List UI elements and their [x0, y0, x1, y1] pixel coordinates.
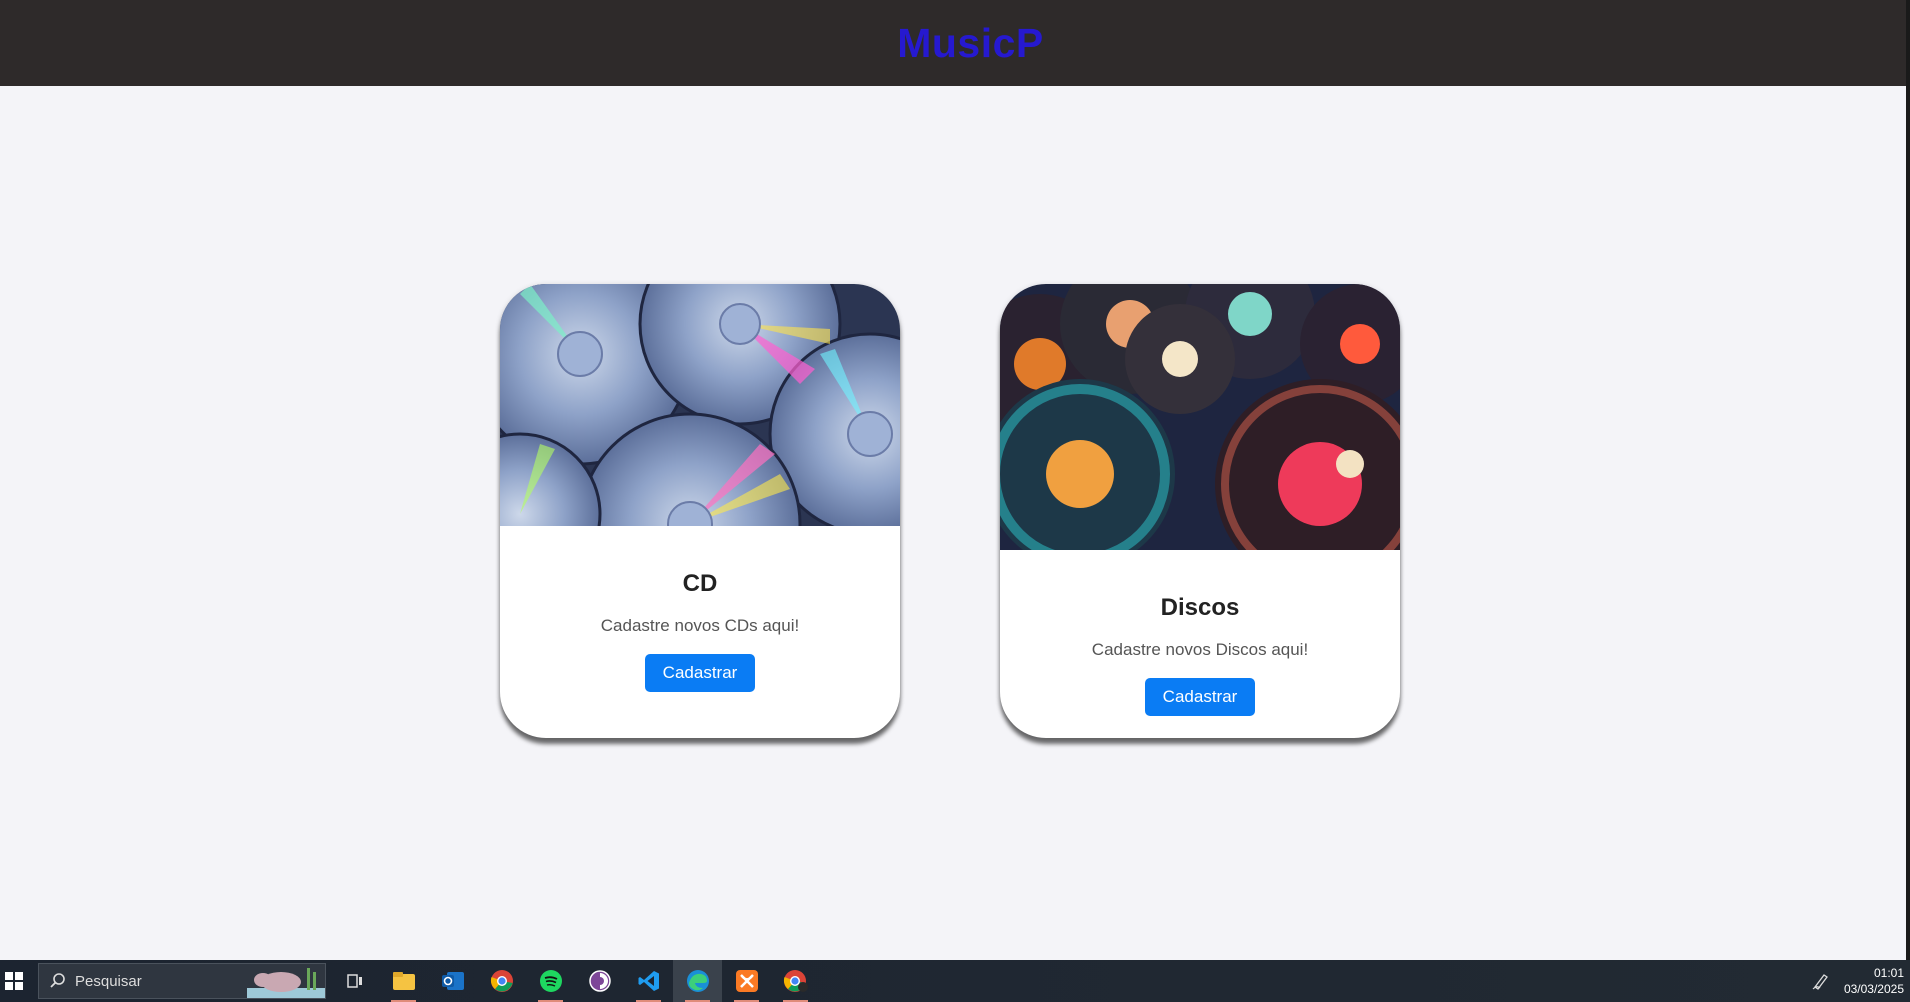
edge-icon[interactable]: [673, 960, 722, 1002]
pen-icon[interactable]: [1812, 972, 1830, 990]
window-edge: [1906, 0, 1910, 960]
tor-browser-icon[interactable]: [575, 960, 624, 1002]
card-title-cd: CD: [682, 570, 718, 597]
file-explorer-icon[interactable]: [379, 960, 428, 1002]
system-tray: 01:01 03/03/2025: [1812, 960, 1904, 1002]
hippo-icon: [247, 968, 325, 998]
spotify-icon[interactable]: [526, 960, 575, 1002]
app-header: MusicP: [0, 0, 1906, 86]
cd-image: [500, 284, 900, 526]
chrome-profile-icon[interactable]: [771, 960, 820, 1002]
card-description-cd: Cadastre novos CDs aqui!: [600, 616, 800, 635]
xampp-icon[interactable]: [722, 960, 771, 1002]
clock[interactable]: 01:01 03/03/2025: [1844, 965, 1904, 997]
clock-date: 03/03/2025: [1843, 982, 1904, 996]
card-description-discos: Cadastre novos Discos aqui!: [1091, 640, 1309, 659]
clock-time: 01:01: [1873, 966, 1904, 980]
vscode-icon[interactable]: [624, 960, 673, 1002]
card-discos: Discos Cadastre novos Discos aqui! Cadas…: [1000, 284, 1400, 738]
task-view-icon[interactable]: [330, 960, 379, 1002]
search-placeholder: Pesquisar: [75, 972, 142, 990]
card-cd: CD Cadastre novos CDs aqui! Cadastrar: [500, 284, 900, 738]
chrome-icon[interactable]: [477, 960, 526, 1002]
taskbar: Pesquisar 01:01 03/03/2025: [0, 960, 1910, 1002]
app-title: MusicP: [897, 19, 1044, 66]
cadastrar-cd-button[interactable]: Cadastrar: [645, 654, 755, 692]
windows-start-icon[interactable]: [0, 960, 28, 1002]
outlook-icon[interactable]: [428, 960, 477, 1002]
cadastrar-discos-button[interactable]: Cadastrar: [1145, 678, 1255, 716]
card-title-discos: Discos: [1160, 594, 1240, 621]
search-icon: [50, 973, 65, 988]
vinyl-image: [1000, 284, 1400, 550]
taskbar-search[interactable]: Pesquisar: [38, 963, 326, 999]
